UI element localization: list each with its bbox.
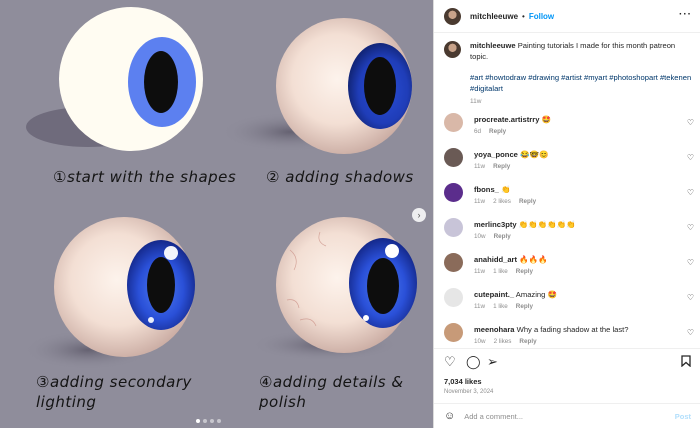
comment-username[interactable]: meenohara: [474, 325, 515, 334]
comment-item: meenohara Why a fading shadow at the las…: [444, 323, 694, 347]
reply-button[interactable]: Reply: [519, 338, 536, 345]
avatar[interactable]: [444, 323, 463, 342]
heart-icon[interactable]: ♡: [687, 153, 694, 162]
comment-text: 👏: [501, 185, 511, 194]
carousel-dot: [196, 419, 200, 423]
post-image[interactable]: ①start with the shapes ② adding shadows …: [0, 0, 433, 428]
comment-likes[interactable]: 1 like: [493, 268, 508, 275]
eyeball-tutorial-artwork: [23, 7, 417, 370]
follow-button[interactable]: Follow: [529, 12, 554, 21]
reply-button[interactable]: Reply: [489, 128, 506, 135]
comment-time: 6d: [474, 128, 482, 135]
add-comment-bar: ☺ Post: [434, 403, 700, 428]
comment-text: 🔥🔥🔥: [519, 255, 548, 264]
post-comment-button[interactable]: Post: [675, 412, 691, 421]
comment-username[interactable]: cutepaint._: [474, 290, 514, 299]
post-header: mitchleeuwe • Follow ···: [434, 0, 700, 33]
carousel-indicator: [196, 419, 221, 423]
comment-text: 🤩: [541, 115, 552, 124]
comment-username[interactable]: procreate.artistrry: [474, 115, 539, 124]
comment-text: Amazing 🤩: [515, 290, 557, 299]
comment-item: procreate.artistrry 🤩 6d Reply ♡: [444, 113, 694, 143]
step-3-caption: ③adding secondary lighting: [36, 373, 192, 411]
step-4-caption: ④adding details & polish: [259, 373, 404, 411]
comment-text: Why a fading shadow at the last?: [516, 325, 629, 334]
comment-item: yoya_ponce 😂🤓😊 11w Reply ♡: [444, 148, 694, 178]
comment-time: 11w: [474, 163, 486, 170]
avatar[interactable]: [444, 7, 461, 25]
comment-username[interactable]: yoya_ponce: [474, 150, 518, 159]
comment-item: merlinc3pty 👏👏👏👏👏👏 10w Reply ♡: [444, 218, 694, 248]
comments-panel: mitchleeuwe • Follow ··· mitchleeuwe Pai…: [433, 0, 700, 428]
avatar[interactable]: [444, 253, 463, 272]
heart-icon[interactable]: ♡: [687, 293, 694, 302]
comment-time: 11w: [474, 198, 486, 205]
comment-time: 10w: [474, 338, 486, 345]
carousel-dot: [203, 419, 207, 423]
comment-item: anahidd_art 🔥🔥🔥 11w 1 like Reply ♡: [444, 253, 694, 283]
author-username[interactable]: mitchleeuwe: [470, 12, 518, 21]
caption-username[interactable]: mitchleeuwe: [470, 41, 516, 50]
like-heart-icon[interactable]: ♡: [444, 355, 456, 368]
carousel-dot: [210, 419, 214, 423]
eye-step-3: [23, 217, 195, 370]
step-2-caption: ② adding shadows: [266, 168, 414, 186]
comment-likes[interactable]: 1 like: [493, 303, 508, 310]
heart-icon[interactable]: ♡: [687, 118, 694, 127]
step-1-caption: ①start with the shapes: [53, 168, 237, 186]
post-caption: mitchleeuwe Painting tutorials I made fo…: [444, 40, 694, 107]
share-icon[interactable]: ➢: [487, 355, 498, 368]
more-horizontal-icon[interactable]: ···: [679, 9, 692, 20]
reply-button[interactable]: Reply: [494, 233, 511, 240]
comment-username[interactable]: anahidd_art: [474, 255, 517, 264]
reply-button[interactable]: Reply: [516, 268, 533, 275]
reply-button[interactable]: Reply: [516, 303, 533, 310]
comment-input[interactable]: [464, 411, 665, 421]
likes-count[interactable]: 7,034 likes: [444, 377, 482, 386]
avatar[interactable]: [444, 288, 463, 307]
reply-button[interactable]: Reply: [519, 198, 536, 205]
caption-time: 11w: [470, 98, 482, 105]
caption-hashtags[interactable]: #art #howtodraw #drawing #artist #myart …: [470, 72, 694, 94]
avatar[interactable]: [444, 113, 463, 132]
chevron-right-icon: ›: [417, 210, 421, 220]
carousel-next-button[interactable]: ›: [412, 208, 426, 222]
emoji-icon[interactable]: ☺: [444, 410, 455, 422]
comment-time: 11w: [474, 268, 486, 275]
comment-time: 11w: [474, 303, 486, 310]
comment-icon[interactable]: ◯: [466, 355, 481, 368]
avatar[interactable]: [444, 183, 463, 202]
action-bar: ♡ ◯ ➢: [434, 348, 700, 372]
eye-step-4: [250, 217, 417, 361]
post-date: November 3, 2024: [444, 389, 494, 395]
eye-step-1: [26, 7, 203, 151]
reply-button[interactable]: Reply: [493, 163, 510, 170]
comment-username[interactable]: fbons_: [474, 185, 499, 194]
avatar[interactable]: [444, 148, 463, 167]
heart-icon[interactable]: ♡: [687, 258, 694, 267]
comment-username[interactable]: merlinc3pty: [474, 220, 517, 229]
comment-text: 👏👏👏👏👏👏: [518, 220, 576, 229]
comment-time: 10w: [474, 233, 486, 240]
avatar[interactable]: [444, 218, 463, 237]
comment-likes[interactable]: 2 likes: [494, 338, 512, 345]
eye-step-2: [220, 18, 412, 154]
heart-icon[interactable]: ♡: [687, 223, 694, 232]
bookmark-icon[interactable]: [681, 355, 691, 369]
comment-text: 😂🤓😊: [520, 150, 549, 159]
heart-icon[interactable]: ♡: [687, 188, 694, 197]
avatar[interactable]: [444, 41, 461, 58]
comment-likes[interactable]: 2 likes: [493, 198, 511, 205]
carousel-dot: [217, 419, 221, 423]
heart-icon[interactable]: ♡: [687, 328, 694, 337]
comment-item: fbons_ 👏 11w 2 likes Reply ♡: [444, 183, 694, 213]
separator: •: [522, 11, 525, 21]
comment-item: cutepaint._ Amazing 🤩 11w 1 like Reply ♡: [444, 288, 694, 318]
